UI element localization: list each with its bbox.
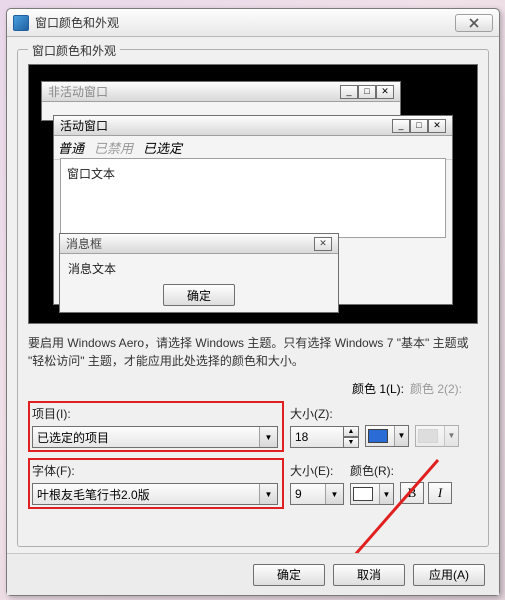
messagebox-ok-button: 确定 — [163, 284, 235, 306]
chevron-down-icon: ▼ — [259, 427, 277, 447]
color2-header: 颜色 2(2): — [410, 380, 468, 397]
color2-picker: ▼ — [415, 425, 459, 447]
dialog-footer: 确定 取消 应用(A) — [7, 553, 499, 595]
size-spin-up[interactable]: ▲ — [343, 426, 359, 437]
close-icon: ✕ — [314, 237, 332, 251]
color1-header: 颜色 1(L): — [352, 380, 410, 397]
preview-messagebox: 消息框 ✕ 消息文本 确定 — [59, 233, 339, 313]
preview-panel: 非活动窗口 _ □ ✕ 活动窗口 _ □ ✕ — [28, 64, 478, 324]
window-title: 窗口颜色和外观 — [35, 14, 119, 31]
preview-menu-row: 普通 已禁用 已选定 — [54, 136, 452, 160]
italic-button[interactable]: I — [428, 482, 452, 504]
minimize-icon: _ — [340, 85, 358, 99]
font-size-value: 9 — [295, 487, 302, 501]
maximize-icon: □ — [410, 119, 428, 133]
color1-picker[interactable]: ▼ — [365, 425, 409, 447]
chevron-down-icon: ▼ — [379, 484, 393, 504]
maximize-icon: □ — [358, 85, 376, 99]
bold-button[interactable]: B — [400, 482, 424, 504]
font-combo[interactable]: 叶根友毛笔行书2.0版 ▼ — [32, 483, 278, 505]
preview-window-text: 窗口文本 — [61, 159, 445, 188]
controls-area: 颜色 1(L): 颜色 2(2): 项目(I): 已选定的项目 ▼ 大小(Z): — [28, 380, 478, 515]
header-row: 颜色 1(L): 颜色 2(2): — [28, 380, 478, 397]
preview-menu-selected: 已选定 — [143, 138, 182, 157]
window-color-dialog: 窗口颜色和外观 窗口颜色和外观 非活动窗口 _ □ ✕ — [6, 8, 500, 596]
messagebox-title: 消息框 — [66, 235, 102, 252]
chevron-down-icon: ▼ — [394, 426, 408, 446]
item-combo[interactable]: 已选定的项目 ▼ — [32, 426, 278, 448]
chevron-down-icon: ▼ — [325, 484, 343, 504]
font-highlight-box: 字体(F): 叶根友毛笔行书2.0版 ▼ — [28, 458, 284, 509]
item-combo-value: 已选定的项目 — [37, 429, 109, 446]
app-icon — [13, 15, 29, 31]
cancel-button[interactable]: 取消 — [333, 564, 405, 586]
preview-window-body: 窗口文本 — [60, 158, 446, 238]
item-highlight-box: 项目(I): 已选定的项目 ▼ — [28, 401, 284, 452]
font-row: 字体(F): 叶根友毛笔行书2.0版 ▼ 大小(E): 9 ▼ — [28, 458, 478, 509]
close-icon: ✕ — [376, 85, 394, 99]
active-window-title: 活动窗口 — [60, 117, 108, 134]
item-row: 项目(I): 已选定的项目 ▼ 大小(Z): 18 — [28, 401, 478, 452]
preview-menu-normal: 普通 — [58, 138, 84, 157]
item-label: 项目(I): — [32, 405, 280, 422]
size-label: 大小(Z): — [290, 405, 359, 422]
inactive-window-title: 非活动窗口 — [48, 83, 108, 100]
titlebar: 窗口颜色和外观 — [7, 9, 499, 37]
messagebox-text: 消息文本 — [60, 254, 338, 283]
groupbox-legend: 窗口颜色和外观 — [28, 42, 120, 59]
color2-swatch — [418, 429, 438, 443]
apply-button[interactable]: 应用(A) — [413, 564, 485, 586]
window-close-button[interactable] — [455, 14, 493, 32]
ok-button[interactable]: 确定 — [253, 564, 325, 586]
preview-menu-disabled: 已禁用 — [94, 138, 133, 157]
close-icon: ✕ — [428, 119, 446, 133]
font-color-label: 颜色(R): — [350, 462, 394, 479]
client-area: 窗口颜色和外观 非活动窗口 _ □ ✕ 活动窗口 — [17, 49, 489, 547]
font-size-label: 大小(E): — [290, 462, 344, 479]
color1-swatch — [368, 429, 388, 443]
font-color-picker[interactable]: ▼ — [350, 483, 394, 505]
size-spin-down[interactable]: ▼ — [343, 437, 359, 448]
font-combo-value: 叶根友毛笔行书2.0版 — [37, 486, 150, 503]
font-size-combo[interactable]: 9 ▼ — [290, 483, 344, 505]
size-value: 18 — [295, 430, 308, 444]
description-text: 要启用 Windows Aero，请选择 Windows 主题。只有选择 Win… — [28, 334, 478, 370]
font-label: 字体(F): — [32, 462, 280, 479]
size-field[interactable]: 18 — [290, 426, 344, 448]
close-icon — [469, 18, 479, 28]
appearance-groupbox: 窗口颜色和外观 非活动窗口 _ □ ✕ 活动窗口 — [17, 49, 489, 547]
chevron-down-icon: ▼ — [444, 426, 458, 446]
chevron-down-icon: ▼ — [259, 484, 277, 504]
minimize-icon: _ — [392, 119, 410, 133]
font-color-swatch — [353, 487, 373, 501]
